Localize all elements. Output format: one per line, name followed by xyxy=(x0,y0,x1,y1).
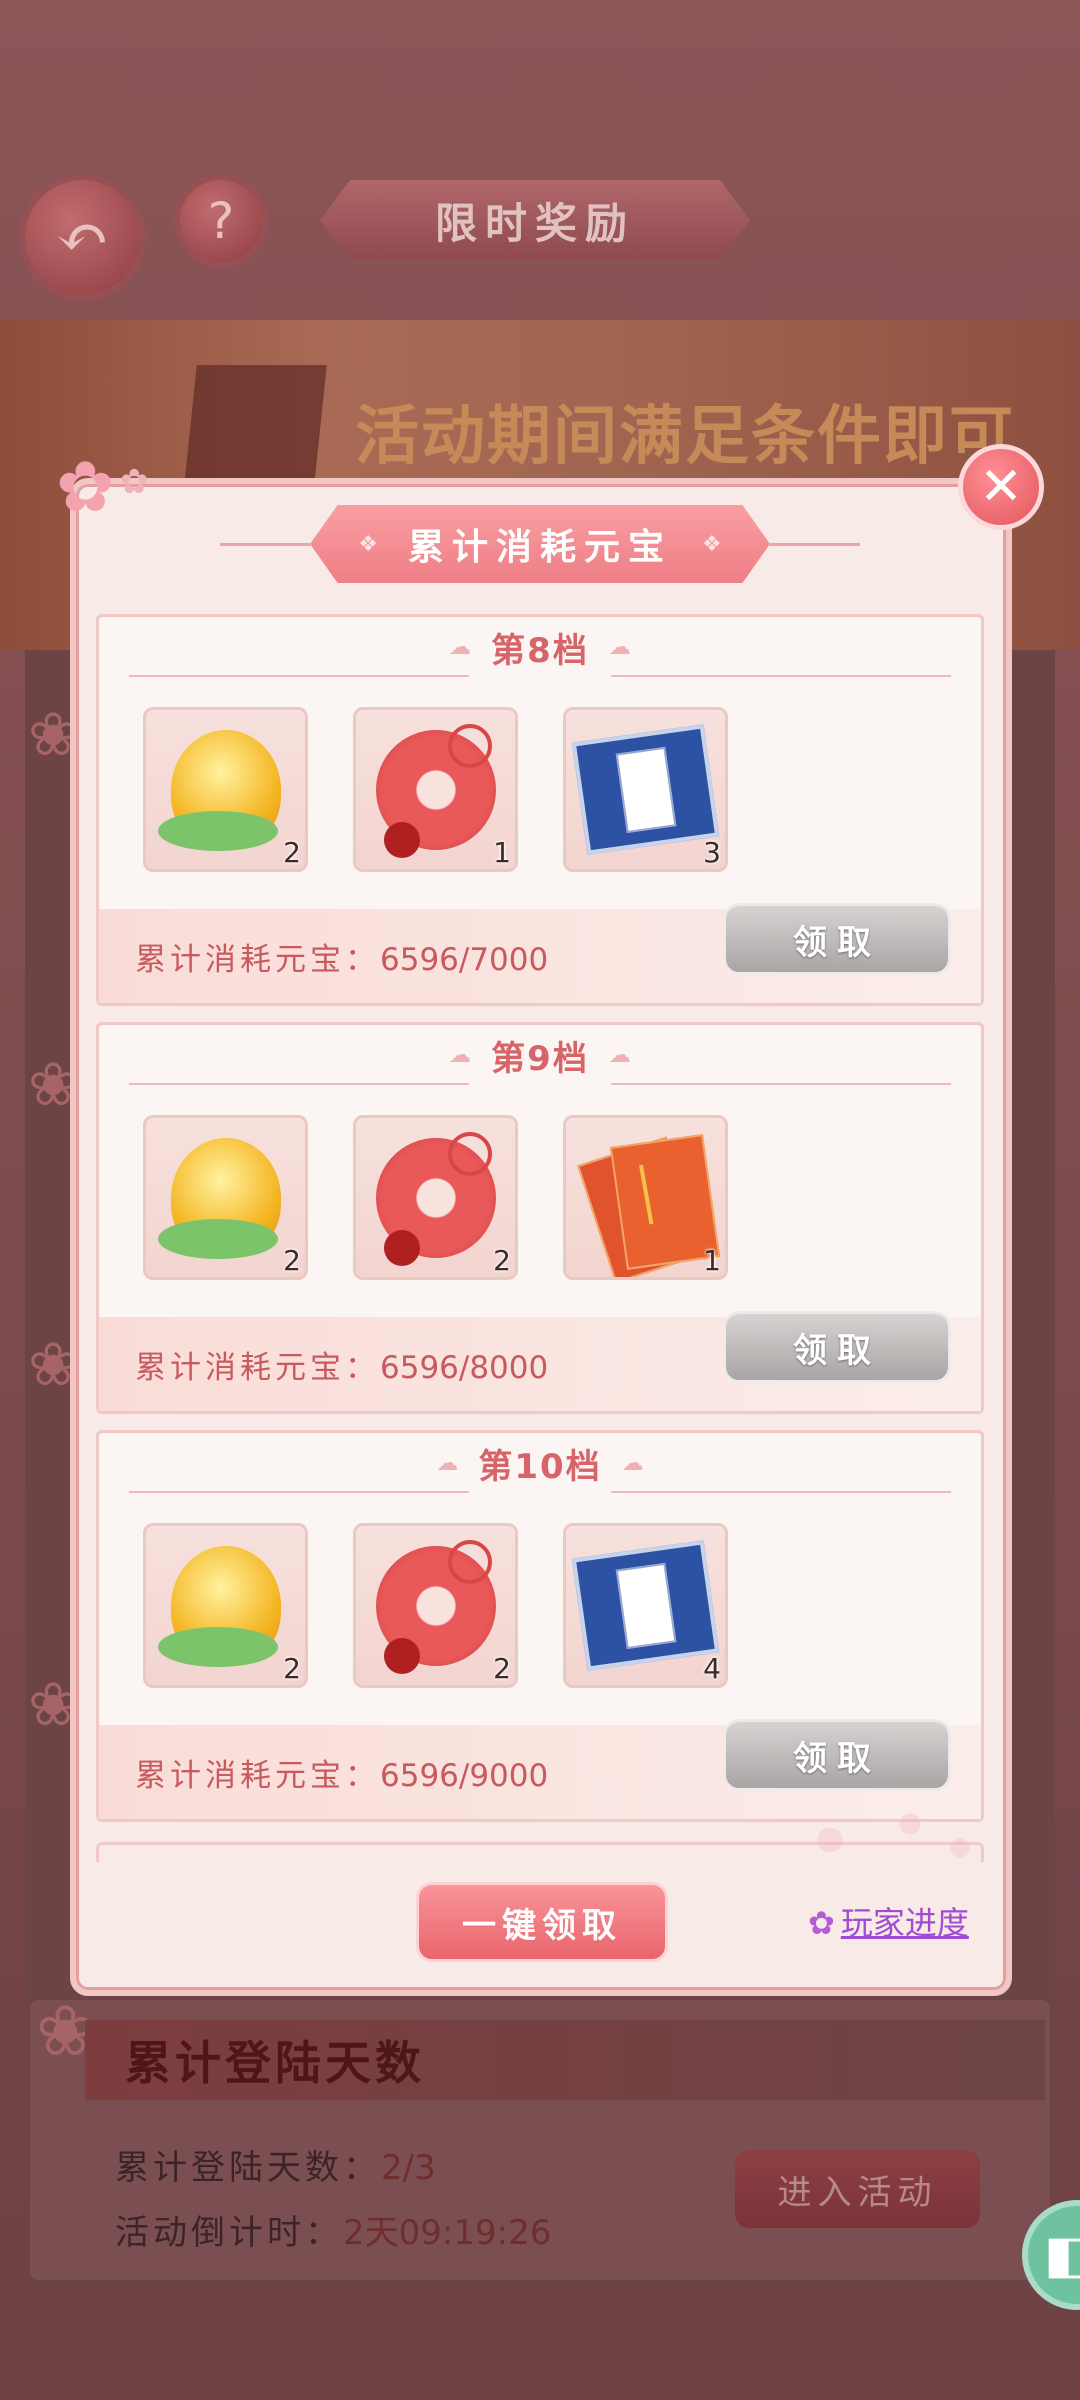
tier-progress: 累计消耗元宝：6596/8000 xyxy=(135,1342,548,1387)
cloud-ornament-icon: ☁ xyxy=(608,634,631,660)
blue-book-icon xyxy=(566,1526,725,1685)
tier-number: 9 xyxy=(527,1038,553,1079)
reward-item[interactable]: 2 xyxy=(353,1523,518,1688)
modal-title: ❖ 累计消耗元宝 ❖ xyxy=(310,505,770,583)
gold-mask-icon xyxy=(146,1526,305,1685)
tier-number: 8 xyxy=(527,630,553,671)
red-jade-pendant-icon xyxy=(356,1526,515,1685)
title-divider-right xyxy=(770,543,860,546)
claim-button[interactable]: 领取 xyxy=(723,903,951,975)
tier-title-suffix: 档 xyxy=(552,630,589,671)
tier-footer: 累计消耗元宝：6596/7000 领取 xyxy=(99,903,981,1003)
tier-title: 第9档 xyxy=(491,1031,589,1080)
blossom-branch-decoration xyxy=(790,1800,990,1880)
item-count: 2 xyxy=(283,836,301,869)
blue-book-icon xyxy=(566,710,725,869)
progress-label: 累计消耗元宝： xyxy=(135,1350,380,1386)
item-count: 3 xyxy=(703,836,721,869)
tier-header: ☁ 第8档 ☁ xyxy=(99,617,981,677)
login-days-label: 累计登陆天数： xyxy=(115,2148,381,2188)
login-days-row: 累计登陆天数：2/3 xyxy=(115,2140,436,2189)
reward-tier: ☁ 第9档 ☁ 2 2 1 累计消耗元宝：6596/8000 领取 xyxy=(96,1022,984,1414)
item-count: 1 xyxy=(493,836,511,869)
tier-title: 第10档 xyxy=(478,1439,601,1488)
assistant-icon: ◧ xyxy=(1044,2225,1080,2285)
cloud-ornament-icon: ☁ xyxy=(608,1042,631,1068)
reward-item[interactable]: 4 xyxy=(563,1523,728,1688)
banner-text: 活动期间满足条件即可 xyxy=(355,399,1015,474)
tier-title: 第8档 xyxy=(491,623,589,672)
reward-item[interactable]: 3 xyxy=(563,707,728,872)
item-count: 2 xyxy=(283,1244,301,1277)
tier-title-suffix: 档 xyxy=(552,1038,589,1079)
cloud-ornament-icon: ☁ xyxy=(449,634,472,660)
cloud-ornament-icon: ☁ xyxy=(621,1450,644,1476)
countdown-value: 2天09:19:26 xyxy=(343,2213,552,2253)
item-count: 2 xyxy=(493,1244,511,1277)
progress-label: 累计消耗元宝： xyxy=(135,942,380,978)
diamond-ornament-icon: ❖ xyxy=(358,531,378,557)
progress-value: 6596/7000 xyxy=(380,942,549,978)
item-count: 1 xyxy=(703,1244,721,1277)
tier-title-suffix: 档 xyxy=(565,1446,602,1487)
flower-icon: ✿ xyxy=(808,1904,835,1942)
cloud-ornament-icon: ☁ xyxy=(436,1450,459,1476)
tier-number: 10 xyxy=(514,1446,566,1487)
tier-header: ☁ 第9档 ☁ xyxy=(99,1025,981,1085)
reward-tier: ☁ 第10档 ☁ 2 2 4 累计消耗元宝：6596/9000 领取 xyxy=(96,1430,984,1822)
claim-button[interactable]: 领取 xyxy=(723,1311,951,1383)
tier-title-prefix: 第 xyxy=(491,630,528,671)
question-mark-icon: ? xyxy=(207,192,235,250)
title-divider-left xyxy=(220,543,310,546)
item-count: 2 xyxy=(493,1652,511,1685)
tier-progress: 累计消耗元宝：6596/7000 xyxy=(135,934,548,979)
progress-value: 6596/9000 xyxy=(380,1758,549,1794)
player-progress-link[interactable]: ✿ 玩家进度 xyxy=(808,1898,969,1944)
modal-title-text: 累计消耗元宝 xyxy=(407,526,672,568)
countdown-row: 活动倒计时：2天09:19:26 xyxy=(115,2205,551,2254)
gold-mask-icon xyxy=(146,1118,305,1277)
claim-button[interactable]: 领取 xyxy=(723,1719,951,1791)
banner-gift-icon xyxy=(183,365,327,495)
close-icon: ✕ xyxy=(979,457,1023,517)
login-days-header: 累计登陆天数 xyxy=(85,2020,1045,2100)
reward-item[interactable]: 1 xyxy=(563,1115,728,1280)
tier-footer: 累计消耗元宝：6596/8000 领取 xyxy=(99,1311,981,1411)
red-jade-pendant-icon xyxy=(356,710,515,869)
close-button[interactable]: ✕ xyxy=(958,444,1044,530)
claim-all-button[interactable]: 一键领取 xyxy=(416,1882,668,1962)
reward-item[interactable]: 2 xyxy=(143,1115,308,1280)
login-days-value: 2/3 xyxy=(381,2148,436,2188)
progress-label: 累计消耗元宝： xyxy=(135,1758,380,1794)
cloud-ornament-icon: ☁ xyxy=(449,1042,472,1068)
tier-title-prefix: 第 xyxy=(491,1038,528,1079)
red-jade-pendant-icon xyxy=(356,1118,515,1277)
sakura-corner-icon: ✿ xyxy=(56,446,115,528)
tier-progress: 累计消耗元宝：6596/9000 xyxy=(135,1750,548,1795)
sakura-corner-small-icon: ✿ xyxy=(120,462,149,502)
countdown-label: 活动倒计时： xyxy=(115,2213,343,2253)
player-progress-label: 玩家进度 xyxy=(840,1904,969,1942)
back-arrow-icon: ↶ xyxy=(55,200,110,275)
enter-activity-button[interactable]: 进入活动 xyxy=(735,2150,980,2228)
item-count: 4 xyxy=(703,1652,721,1685)
reward-item[interactable]: 1 xyxy=(353,707,518,872)
back-button[interactable]: ↶ xyxy=(25,180,140,295)
diamond-ornament-icon: ❖ xyxy=(702,531,722,557)
reward-item[interactable]: 2 xyxy=(143,707,308,872)
progress-value: 6596/8000 xyxy=(380,1350,549,1386)
reward-item[interactable]: 2 xyxy=(143,1523,308,1688)
tier-header: ☁ 第10档 ☁ xyxy=(99,1433,981,1493)
item-count: 2 xyxy=(283,1652,301,1685)
reward-item[interactable]: 2 xyxy=(353,1115,518,1280)
red-envelope-icon xyxy=(566,1118,725,1277)
modal-title-bar: ❖ 累计消耗元宝 ❖ xyxy=(220,505,860,585)
help-button[interactable]: ? xyxy=(180,180,262,262)
reward-tier: ☁ 第8档 ☁ 2 1 3 累计消耗元宝：6596/7000 领取 xyxy=(96,614,984,1006)
gold-mask-icon xyxy=(146,710,305,869)
page-title: 限时奖励 xyxy=(320,180,750,260)
tier-title-prefix: 第 xyxy=(478,1446,515,1487)
